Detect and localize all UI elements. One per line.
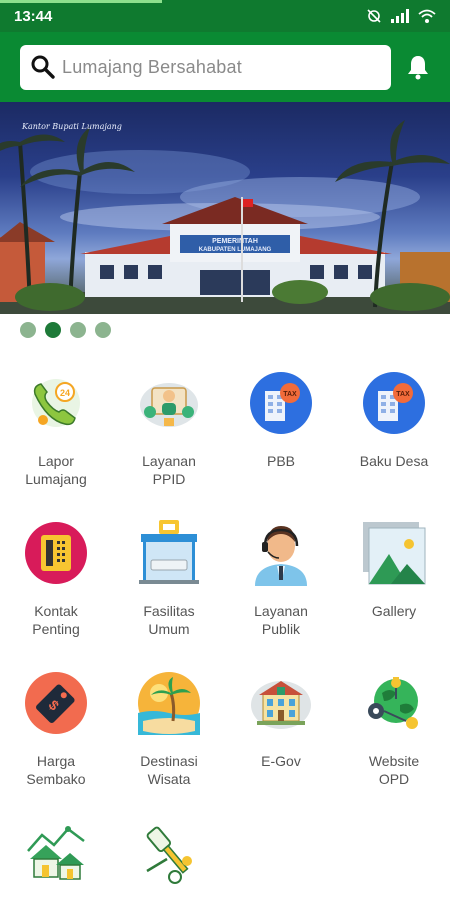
- page-load-progress: [0, 0, 162, 3]
- menu-item-gallery[interactable]: Gallery: [338, 520, 450, 620]
- tax-building-icon: TAX: [361, 370, 427, 436]
- search-icon: [31, 55, 55, 79]
- menu-label: Harga Sembako: [26, 753, 86, 787]
- menu-label: Layanan PPID: [142, 453, 196, 487]
- menu-label: Gallery: [371, 603, 417, 619]
- pager-dot-active[interactable]: [45, 322, 61, 338]
- search-placeholder: Lumajang Bersahabat: [62, 56, 242, 77]
- globe-network-icon: [361, 670, 427, 736]
- mute-icon: [367, 9, 381, 23]
- menu-label: E-Gov: [261, 753, 301, 769]
- menu-label: Lapor Lumajang: [25, 453, 87, 487]
- status-icons: [366, 8, 436, 24]
- village-icon: [23, 820, 89, 886]
- law-gavel-icon: [136, 820, 202, 886]
- building-sign-line1: PEMERINTAH: [212, 238, 258, 245]
- banner-carousel[interactable]: PEMERINTAH KABUPATEN LUMAJANG Kantor Bup…: [0, 102, 450, 314]
- menu-label: Destinasi Wisata: [140, 753, 198, 787]
- contact-phone-icon: [23, 520, 89, 586]
- price-tag-icon: $: [23, 670, 89, 736]
- signal-icon: [391, 9, 409, 23]
- menu-item-law[interactable]: [113, 820, 225, 900]
- menu-label: Layanan Publik: [254, 603, 308, 637]
- banner-caption: Kantor Bupati Lumajang: [22, 122, 122, 131]
- status-time: 13:44: [14, 7, 53, 25]
- menu-item-baku-desa[interactable]: TAX Baku Desa: [338, 370, 450, 470]
- bell-icon: [408, 56, 428, 80]
- menu-label: Fasilitas Umum: [143, 603, 195, 637]
- ppid-service-icon: [136, 370, 202, 436]
- menu-item-kontak-penting[interactable]: Kontak Penting: [0, 520, 112, 638]
- menu-item-website-opd[interactable]: Website OPD: [338, 670, 450, 788]
- menu-label: PBB: [266, 453, 295, 469]
- phone-report-icon: 24: [23, 370, 89, 436]
- notification-button[interactable]: [400, 49, 436, 85]
- menu-item-layanan-publik[interactable]: Layanan Publik: [225, 520, 337, 638]
- menu-item-layanan-ppid[interactable]: Layanan PPID: [113, 370, 225, 488]
- banner-image: PEMERINTAH KABUPATEN LUMAJANG: [0, 120, 450, 314]
- menu-item-pbb[interactable]: TAX PBB: [225, 370, 337, 470]
- wifi-icon: [418, 9, 436, 23]
- pager-dot[interactable]: [20, 322, 36, 338]
- beach-icon: [136, 670, 202, 736]
- menu-item-village[interactable]: [0, 820, 112, 900]
- call-center-agent-icon: [248, 520, 314, 586]
- menu-label: Website OPD: [368, 753, 420, 787]
- svg-text:24: 24: [60, 388, 70, 398]
- status-bar: 13:44: [0, 0, 450, 32]
- menu-item-lapor-lumajang[interactable]: 24 Lapor Lumajang: [0, 370, 112, 488]
- bus-stop-icon: [136, 520, 202, 586]
- building-sign-line2: KABUPATEN LUMAJANG: [199, 247, 272, 253]
- pager-dot[interactable]: [95, 322, 111, 338]
- tax-building-icon: TAX: [248, 370, 314, 436]
- app-header: Lumajang Bersahabat: [0, 32, 450, 102]
- menu-item-destinasi-wisata[interactable]: Destinasi Wisata: [113, 670, 225, 788]
- government-building-icon: [248, 670, 314, 736]
- menu-item-harga-sembako[interactable]: $ Harga Sembako: [0, 670, 112, 788]
- svg-text:TAX: TAX: [283, 391, 297, 398]
- picture-icon: [361, 520, 427, 586]
- search-input[interactable]: Lumajang Bersahabat: [20, 44, 391, 90]
- menu-item-e-gov[interactable]: E-Gov: [225, 670, 337, 770]
- pager-dot[interactable]: [70, 322, 86, 338]
- menu-item-fasilitas-umum[interactable]: Fasilitas Umum: [113, 520, 225, 638]
- menu-label: Kontak Penting: [32, 603, 80, 637]
- carousel-pager: [20, 322, 111, 338]
- svg-text:TAX: TAX: [396, 391, 410, 398]
- menu-label: Baku Desa: [359, 453, 429, 469]
